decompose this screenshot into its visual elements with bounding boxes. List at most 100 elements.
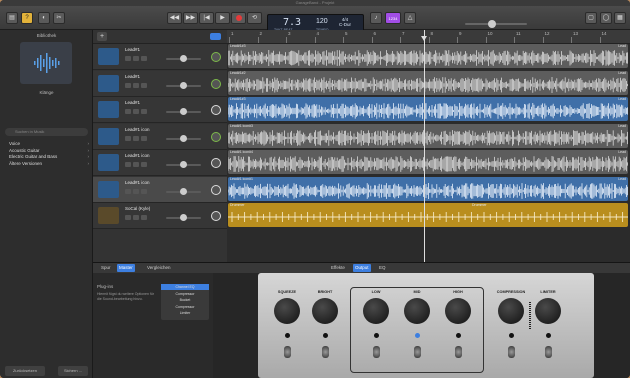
track-volume-knob[interactable] xyxy=(180,134,187,142)
record-button[interactable] xyxy=(231,12,246,24)
smart-controls-icon[interactable]: ◐ xyxy=(38,12,50,24)
plugin-slot[interactable]: Compressor xyxy=(161,291,209,297)
pan-knob[interactable] xyxy=(211,52,221,62)
track-volume-slider[interactable] xyxy=(166,134,201,142)
track-volume-slider[interactable] xyxy=(166,214,201,221)
mute-button[interactable] xyxy=(125,109,131,114)
mute-button[interactable] xyxy=(125,82,131,88)
headphones-button[interactable] xyxy=(141,56,147,61)
track-name[interactable]: Lead#1 xyxy=(125,47,140,52)
headphones-button[interactable] xyxy=(141,135,147,141)
toggle-switch[interactable] xyxy=(544,346,552,358)
track-header[interactable]: Lead#1 icon xyxy=(93,123,227,150)
amp-knob[interactable] xyxy=(363,298,389,324)
track-volume-slider[interactable] xyxy=(166,108,201,115)
help-icon[interactable]: ? xyxy=(21,12,33,24)
amp-knob[interactable] xyxy=(535,298,561,324)
playhead[interactable] xyxy=(424,30,425,262)
notepad-icon[interactable]: ▢ xyxy=(585,12,597,24)
track-name[interactable]: Lead#1 icon xyxy=(125,127,150,132)
bar-ruler[interactable]: 1 2 3 4 5 6 7 8 9 10 11 12 13 14 xyxy=(227,30,630,44)
headphones-button[interactable] xyxy=(141,162,147,167)
audio-region[interactable]: Lead#1 icon#3 Lead xyxy=(228,123,628,148)
track-volume-slider[interactable] xyxy=(166,55,201,62)
mute-button[interactable] xyxy=(125,188,131,194)
audio-region[interactable]: Lead#1#2 Lead xyxy=(228,70,628,95)
drummer-region[interactable]: Drummer Drummer xyxy=(228,203,628,227)
pan-knob[interactable] xyxy=(211,105,221,115)
go-to-start-button[interactable]: |◀ xyxy=(199,12,214,24)
solo-button[interactable] xyxy=(133,188,139,194)
solo-button[interactable] xyxy=(133,109,139,114)
play-button[interactable]: ▶ xyxy=(215,12,230,24)
mute-button[interactable] xyxy=(125,56,131,61)
toggle-switch[interactable] xyxy=(507,346,515,358)
library-icon[interactable]: ▤ xyxy=(6,12,18,24)
playhead-handle[interactable] xyxy=(421,36,427,41)
editors-icon[interactable]: ✂ xyxy=(53,12,65,24)
arrange-area[interactable]: 1 2 3 4 5 6 7 8 9 10 11 12 13 14 Lead#1#3 Lead Lead#1#2… xyxy=(227,30,630,262)
pan-knob[interactable] xyxy=(211,158,221,168)
audio-region[interactable]: Lead#1 icon#4 Lead xyxy=(228,150,628,174)
media-browser-icon[interactable]: ▦ xyxy=(614,12,626,24)
pan-knob[interactable] xyxy=(211,131,221,142)
tab-master[interactable]: Master xyxy=(117,264,135,272)
audio-region[interactable]: Lead#1#3 Lead xyxy=(228,97,628,121)
master-volume-slider[interactable] xyxy=(465,23,527,25)
count-in-button[interactable]: 1234 xyxy=(385,12,401,24)
tab-compare[interactable]: Vergleichen xyxy=(145,264,173,272)
pan-knob[interactable] xyxy=(211,78,221,89)
track-volume-knob[interactable] xyxy=(180,108,187,115)
amp-knob[interactable] xyxy=(404,298,430,324)
pan-knob[interactable] xyxy=(211,184,221,195)
plugin-slot[interactable]: Limiter xyxy=(161,310,209,316)
solo-button[interactable] xyxy=(133,56,139,61)
tab-effects[interactable]: Effekte xyxy=(329,264,347,272)
solo-button[interactable] xyxy=(133,82,139,88)
track-header[interactable]: Lead#1 xyxy=(93,97,227,123)
solo-button[interactable] xyxy=(133,162,139,167)
track-header[interactable]: Lead#1 xyxy=(93,70,227,97)
track-name[interactable]: Lead#1 icon xyxy=(125,180,150,185)
track-name[interactable]: SoCal (Kyle) xyxy=(125,206,150,211)
cycle-button[interactable]: ⟲ xyxy=(247,12,262,24)
track-header[interactable]: Lead#1 icon xyxy=(93,176,227,203)
plugin-slot[interactable]: Compressor xyxy=(161,304,209,310)
amp-knob[interactable] xyxy=(312,298,338,324)
metronome-icon[interactable]: △ xyxy=(404,12,416,24)
track-volume-slider[interactable] xyxy=(166,161,201,168)
smart-tempo-button[interactable] xyxy=(210,33,221,40)
headphones-button[interactable] xyxy=(141,215,147,220)
amp-knob[interactable] xyxy=(274,298,300,324)
solo-button[interactable] xyxy=(133,135,139,141)
audio-region[interactable]: Lead#1 icon#1 Lead xyxy=(228,176,628,201)
toggle-switch[interactable] xyxy=(413,346,421,358)
amp-knob[interactable] xyxy=(498,298,524,324)
master-volume-knob[interactable] xyxy=(488,20,496,28)
plugin-slot[interactable]: Channel EQ xyxy=(161,284,209,290)
track-volume-slider[interactable] xyxy=(166,81,201,89)
toggle-switch[interactable] xyxy=(372,346,380,358)
rewind-button[interactable]: ◀◀ xyxy=(167,12,182,24)
track-volume-knob[interactable] xyxy=(180,55,187,62)
plugin-slot[interactable]: Bucket xyxy=(161,297,209,303)
audio-region[interactable]: Lead#1#3 Lead xyxy=(228,44,628,68)
solo-button[interactable] xyxy=(133,215,139,220)
add-track-button[interactable]: + xyxy=(97,32,107,41)
pan-knob[interactable] xyxy=(211,211,221,221)
track-volume-slider[interactable] xyxy=(166,187,201,195)
toggle-switch[interactable] xyxy=(283,346,291,358)
track-volume-knob[interactable] xyxy=(180,214,187,221)
track-name[interactable]: Lead#1 xyxy=(125,100,140,105)
tab-track[interactable]: Spur xyxy=(99,264,113,272)
track-volume-knob[interactable] xyxy=(180,187,187,195)
amp-knob[interactable] xyxy=(445,298,471,324)
mute-button[interactable] xyxy=(125,162,131,167)
headphones-button[interactable] xyxy=(141,188,147,194)
headphones-button[interactable] xyxy=(141,82,147,88)
track-volume-knob[interactable] xyxy=(180,161,187,168)
track-header[interactable]: Lead#1 xyxy=(93,44,227,70)
track-header[interactable]: Lead#1 icon xyxy=(93,150,227,176)
track-volume-knob[interactable] xyxy=(180,81,187,89)
headphones-button[interactable] xyxy=(141,109,147,114)
